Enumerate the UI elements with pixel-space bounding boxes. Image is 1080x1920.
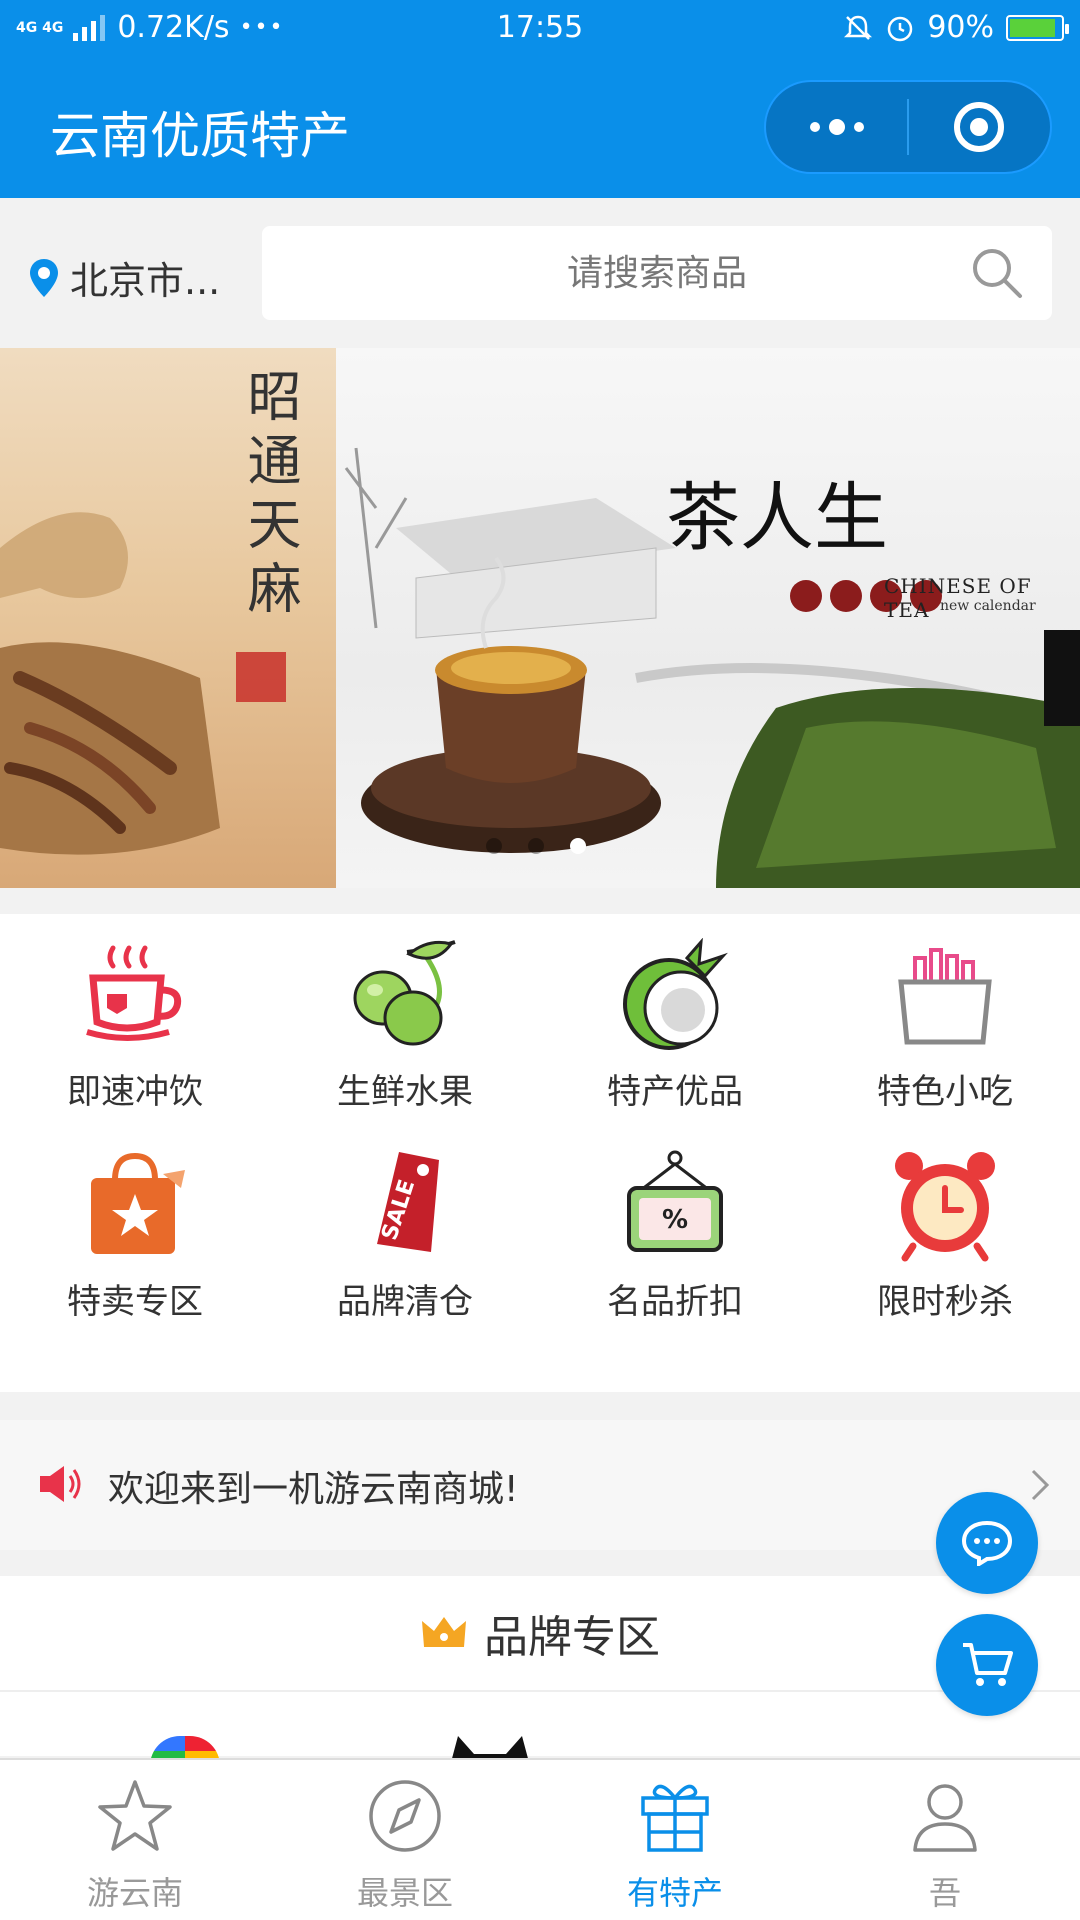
banner-dot-active[interactable] [570,838,586,854]
gift-icon [641,1784,709,1852]
banner-slide-tea[interactable]: 茶人生 CHINESE OF TEA new calendar [336,348,1080,888]
category-brand-clearance[interactable]: SALE 品牌清仓 [270,1124,540,1332]
shopping-bag-star-icon [91,1152,185,1254]
category-label: 即速冲饮 [67,1072,203,1112]
category-grid: 即速冲饮 生鲜水果 特产优品 特色小吃 特卖专区 SALE 品牌清仓 % 名品折… [0,914,1080,1392]
search-row: 北京市... [0,198,1080,348]
category-seckill[interactable]: 限时秒杀 [810,1124,1080,1332]
category-label: 特产优品 [607,1072,743,1112]
speaker-icon [40,1466,81,1502]
mini-program-capsule [764,80,1052,174]
category-fresh-fruit[interactable]: 生鲜水果 [270,914,540,1122]
tea-cup-icon [86,945,182,1041]
banner-edge-decor [1044,630,1080,726]
category-label: 品牌清仓 [337,1282,473,1322]
mute-bell-icon [844,15,873,40]
user-icon [913,1784,977,1852]
olive-fruit-icon [353,940,456,1046]
search-input[interactable] [262,226,1052,320]
coconut-icon [623,938,728,1050]
category-flash-sale[interactable]: 特卖专区 [0,1124,270,1332]
battery-fill [1010,18,1055,37]
notice-bar[interactable]: 欢迎来到一机游云南商城! [0,1420,1080,1550]
page-title: 云南优质特产 [50,107,350,165]
location-pin-icon [30,258,58,297]
banner-left-title: 昭通天麻 [238,368,301,624]
tab-label: 游云南 [86,1874,183,1912]
category-label: 生鲜水果 [337,1072,473,1112]
tab-label: 吾 [928,1874,961,1912]
star-icon [98,1780,172,1851]
snack-box-icon [898,948,992,1045]
banner-indicator [486,838,586,854]
alarm-icon [888,16,913,41]
category-label: 名品折扣 [607,1282,743,1322]
banner-dot[interactable] [486,838,502,854]
close-target-icon [954,102,1005,152]
tab-me[interactable]: 吾 [810,1760,1080,1920]
chat-bubble-icon [961,1520,1013,1566]
category-snacks[interactable]: 特色小吃 [810,914,1080,1122]
search-icon[interactable] [970,246,1024,300]
more-dots-icon [809,119,864,135]
status-right: 90% [843,10,1069,45]
category-specialty[interactable]: 特产优品 [540,914,810,1122]
tab-label: 最景区 [356,1874,453,1912]
tab-scenic[interactable]: 最景区 [270,1760,540,1920]
discount-sign-icon: % [627,1150,723,1252]
sale-tag-icon: SALE [377,1152,439,1252]
banner-carousel[interactable]: 昭通天麻 茶人生 CHINESE OF TEA new calendar [0,348,1080,888]
nav-bar: 云南优质特产 [0,56,1080,198]
banner-dot[interactable] [528,838,544,854]
battery-icon [1006,14,1069,41]
search-box[interactable] [262,226,1052,320]
location-selector[interactable]: 北京市... [30,250,220,305]
location-label: 北京市... [70,259,221,303]
more-button[interactable] [766,82,907,172]
alarm-clock-icon [895,1152,995,1262]
close-button[interactable] [909,82,1050,172]
category-discount[interactable]: % 名品折扣 [540,1124,810,1332]
banner-slide-gastrodia[interactable]: 昭通天麻 [0,348,336,888]
tab-label: 有特产 [626,1874,723,1912]
notice-text: 欢迎来到一机游云南商城! [108,1469,519,1510]
tab-specialty[interactable]: 有特产 [540,1760,810,1920]
brand-section-title: 品牌专区 [484,1612,660,1663]
tab-bar: 游云南 最景区 有特产 吾 [0,1758,1080,1920]
category-label: 特卖专区 [67,1282,203,1322]
banner-main-subtitle2: new calendar [940,598,1036,614]
status-bar: 4G 4G 0.72K/s ••• 17:55 90% [0,0,1080,56]
brand-section: 品牌专区 [0,1576,1080,1766]
battery-percent: 90% [927,10,994,45]
category-label: 特色小吃 [877,1072,1013,1112]
chevron-right-icon[interactable] [1030,1468,1050,1502]
brand-section-header: 品牌专区 [0,1576,1080,1692]
customer-service-button[interactable] [936,1492,1038,1594]
category-instant-drink[interactable]: 即速冲饮 [0,914,270,1122]
category-label: 限时秒杀 [877,1282,1013,1322]
cart-icon [963,1643,1013,1686]
crown-icon [422,1617,466,1647]
compass-icon [369,1780,441,1852]
tab-yunnan[interactable]: 游云南 [0,1760,270,1920]
svg-text:%: % [662,1205,688,1235]
cart-button[interactable] [936,1614,1038,1716]
banner-main-title: 茶人生 [666,475,888,561]
